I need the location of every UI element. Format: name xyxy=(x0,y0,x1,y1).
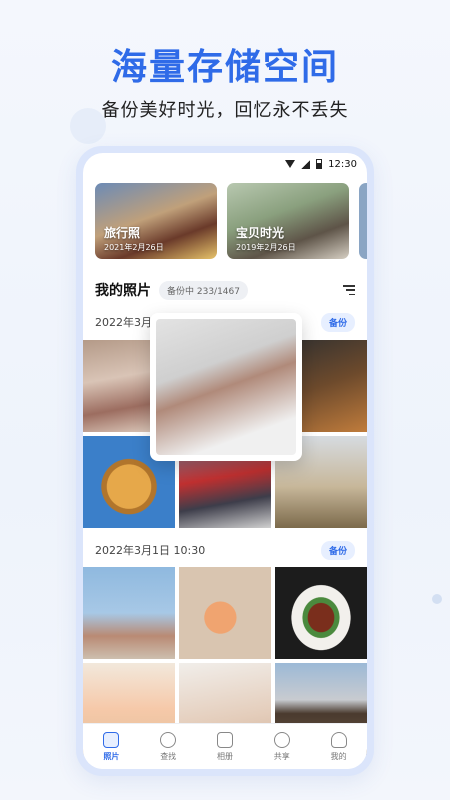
date-label: 2022年3月1日 10:30 xyxy=(95,544,206,557)
hero-title: 海量存储空间 xyxy=(110,47,339,88)
tab-photos[interactable]: 照片 xyxy=(103,731,120,762)
section-title: 我的照片 xyxy=(95,283,151,299)
tab-albums[interactable]: 相册 xyxy=(216,731,233,762)
battery-icon xyxy=(316,159,323,169)
hero-subtitle: 备份美好时光，回忆永不丢失 xyxy=(101,100,349,121)
photo-thumbnail[interactable] xyxy=(83,567,175,659)
album-date: 2019年2月26日 xyxy=(236,243,296,252)
tab-label: 查找 xyxy=(160,751,177,761)
album-carousel[interactable]: 旅行照 2021年2月26日 宝贝时光 2019年2月26日 xyxy=(95,183,367,259)
album-label: 旅行照 xyxy=(104,226,141,240)
sort-icon[interactable] xyxy=(343,285,355,295)
album-date: 2021年2月26日 xyxy=(104,243,164,252)
app-screen: 12:30 旅行照 2021年2月26日 宝贝时光 2019年2月26日 我的照… xyxy=(83,153,367,769)
date-group-header: 2022年3月1日 10:30 备份 xyxy=(95,540,355,560)
decorative-dot xyxy=(432,594,442,604)
status-time: 12:30 xyxy=(328,158,357,170)
tab-search[interactable]: 查找 xyxy=(160,731,177,762)
photo-preview-popup[interactable] xyxy=(150,313,302,461)
album-card-baby[interactable]: 宝贝时光 2019年2月26日 xyxy=(227,183,349,259)
phone-frame: 12:30 旅行照 2021年2月26日 宝贝时光 2019年2月26日 我的照… xyxy=(76,146,374,776)
album-card-next[interactable] xyxy=(359,183,367,259)
album-label: 宝贝时光 xyxy=(236,226,285,240)
tab-label: 相册 xyxy=(216,751,233,761)
bottom-tab-bar: 照片 查找 相册 共享 我的 xyxy=(83,723,367,769)
search-icon xyxy=(160,731,177,748)
tab-label: 共享 xyxy=(273,751,290,761)
album-card-travel[interactable]: 旅行照 2021年2月26日 xyxy=(95,183,217,259)
status-bar: 12:30 xyxy=(83,153,367,175)
tab-label: 我的 xyxy=(330,751,347,761)
backup-progress-badge: 备份中 233/1467 xyxy=(159,280,248,300)
photo-icon xyxy=(103,731,120,748)
photo-thumbnail[interactable] xyxy=(179,567,271,659)
tab-share[interactable]: 共享 xyxy=(270,728,294,762)
album-icon xyxy=(216,731,233,748)
signal-icon xyxy=(301,159,311,169)
backup-button[interactable]: 备份 xyxy=(320,312,355,332)
tab-label: 照片 xyxy=(103,751,120,761)
share-icon xyxy=(270,728,294,751)
wifi-icon xyxy=(285,160,296,168)
tab-me[interactable]: 我的 xyxy=(330,731,347,762)
user-icon xyxy=(330,731,347,748)
backup-button[interactable]: 备份 xyxy=(320,540,355,560)
photos-section-header: 我的照片 备份中 233/1467 xyxy=(95,279,355,301)
preview-photo xyxy=(156,319,296,455)
photo-thumbnail[interactable] xyxy=(275,567,367,659)
